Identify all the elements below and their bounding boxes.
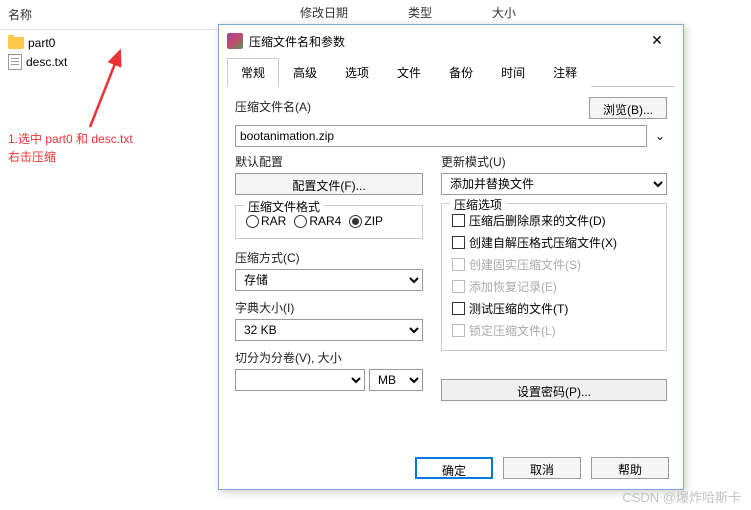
options-legend: 压缩选项 (450, 196, 506, 213)
config-files-button[interactable]: 配置文件(F)... (235, 173, 423, 195)
col-name[interactable]: 名称 (0, 4, 40, 25)
radio-zip[interactable]: ZIP (349, 214, 383, 228)
dict-label: 字典大小(I) (235, 299, 423, 316)
default-config-label: 默认配置 (235, 153, 423, 170)
method-select[interactable]: 存储 (235, 269, 423, 291)
filename-label: 压缩文件名(A) (235, 98, 583, 115)
col-size[interactable]: 大小 (492, 4, 516, 21)
radio-rar[interactable]: RAR (246, 214, 286, 228)
close-button[interactable]: ✕ (639, 31, 675, 51)
arrow-1 (80, 45, 160, 135)
method-label: 压缩方式(C) (235, 249, 423, 266)
cancel-button[interactable]: 取消 (503, 457, 581, 479)
tab-comment[interactable]: 注释 (539, 58, 591, 87)
update-mode-label: 更新模式(U) (441, 153, 667, 170)
titlebar[interactable]: 压缩文件名和参数 ✕ (219, 25, 683, 57)
check-delete-after[interactable]: 压缩后删除原来的文件(D) (452, 212, 656, 229)
check-solid: 创建固实压缩文件(S) (452, 256, 656, 273)
filename-input[interactable] (235, 125, 647, 147)
format-legend: 压缩文件格式 (244, 198, 324, 215)
check-lock: 锁定压缩文件(L) (452, 322, 656, 339)
split-label: 切分为分卷(V), 大小 (235, 349, 423, 366)
col-date[interactable]: 修改日期 (300, 4, 348, 21)
check-recovery: 添加恢复记录(E) (452, 278, 656, 295)
check-sfx[interactable]: 创建自解压格式压缩文件(X) (452, 234, 656, 251)
tab-time[interactable]: 时间 (487, 58, 539, 87)
file-name: desc.txt (26, 55, 67, 69)
dict-select[interactable]: 32 KB (235, 319, 423, 341)
tab-backup[interactable]: 备份 (435, 58, 487, 87)
tab-options[interactable]: 选项 (331, 58, 383, 87)
tab-advanced[interactable]: 高级 (279, 58, 331, 87)
col-type[interactable]: 类型 (408, 4, 432, 21)
txt-icon (8, 54, 22, 70)
chevron-down-icon[interactable]: ⌄ (653, 129, 667, 143)
winrar-icon (227, 33, 243, 49)
update-mode-select[interactable]: 添加并替换文件 (441, 173, 667, 195)
split-size-select[interactable] (235, 369, 365, 391)
check-test[interactable]: 测试压缩的文件(T) (452, 300, 656, 317)
file-name: part0 (28, 36, 55, 50)
dialog-title: 压缩文件名和参数 (249, 33, 633, 50)
tab-general[interactable]: 常规 (227, 58, 279, 87)
browse-button[interactable]: 浏览(B)... (589, 97, 667, 119)
annotation-step1: 1.选中 part0 和 desc.txt 右击压缩 (8, 130, 133, 166)
password-button[interactable]: 设置密码(P)... (441, 379, 667, 401)
compress-dialog: 压缩文件名和参数 ✕ 常规 高级 选项 文件 备份 时间 注释 压缩文件名(A)… (218, 24, 684, 490)
ok-button[interactable]: 确定 (415, 457, 493, 479)
tab-bar: 常规 高级 选项 文件 备份 时间 注释 (227, 57, 675, 87)
watermark: CSDN @爆炸哈斯卡 (622, 487, 741, 506)
help-button[interactable]: 帮助 (591, 457, 669, 479)
radio-rar4[interactable]: RAR4 (294, 214, 341, 228)
tab-files[interactable]: 文件 (383, 58, 435, 87)
folder-icon (8, 37, 24, 49)
split-unit-select[interactable]: MB (369, 369, 423, 391)
